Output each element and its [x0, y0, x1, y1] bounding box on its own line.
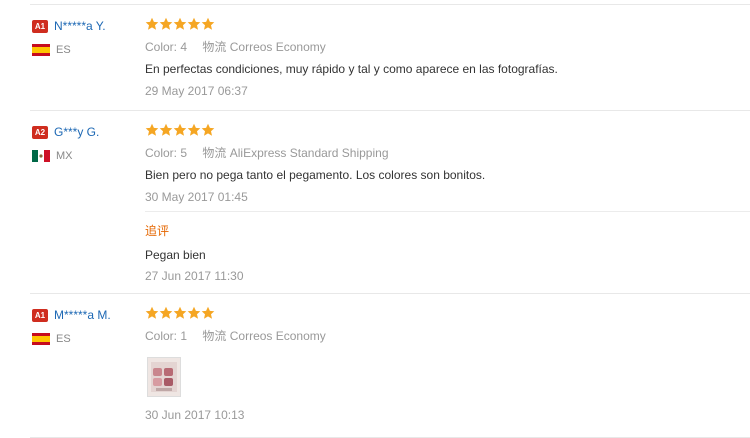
logistics-method: AliExpress Standard Shipping	[229, 146, 389, 160]
star-icon	[187, 17, 201, 30]
star-rating	[145, 306, 750, 320]
logistics-label: 物流	[202, 329, 227, 343]
followup-date: 27 Jun 2017 11:30	[145, 269, 244, 283]
review-photo-thumbnail[interactable]	[147, 357, 181, 397]
star-icon	[159, 17, 173, 30]
star-icon	[173, 123, 187, 136]
followup-text: Pegan bien	[145, 248, 206, 262]
star-icon	[159, 306, 173, 319]
buyer-level-badge: A1	[32, 19, 48, 33]
star-icon	[145, 306, 159, 319]
reviewer-info: A2 G***y G. MX	[32, 123, 142, 165]
divider	[30, 293, 750, 294]
spain-flag-icon	[32, 44, 50, 56]
review-date: 30 May 2017 01:45	[145, 190, 248, 204]
review-text: En perfectas condiciones, muy rápido y t…	[145, 62, 558, 76]
reviewer-name[interactable]: G***y G.	[54, 125, 99, 139]
buyer-level-badge: A1	[32, 308, 48, 322]
divider	[30, 4, 750, 5]
star-icon	[187, 123, 201, 136]
reviewer-country: MX	[56, 150, 73, 162]
color-option: Color: 1	[145, 329, 188, 343]
followup-label: 追评	[145, 224, 170, 238]
spain-flag-icon	[32, 333, 50, 345]
divider	[30, 110, 750, 111]
star-rating	[145, 17, 750, 31]
buyer-level-badge: A2	[32, 125, 48, 139]
reviewer-country: ES	[56, 44, 71, 56]
photo-image	[148, 358, 180, 396]
star-icon	[201, 123, 215, 136]
star-icon	[187, 306, 201, 319]
logistics-method: Correos Economy	[229, 329, 326, 343]
review-text: Bien pero no pega tanto el pegamento. Lo…	[145, 168, 486, 182]
reviewer-country: ES	[56, 333, 71, 345]
followup-divider	[145, 211, 750, 212]
color-option: Color: 5	[145, 146, 188, 160]
order-info: Color: 1 物流 Correos Economy	[145, 327, 750, 343]
review-date: 29 May 2017 06:37	[145, 84, 248, 98]
star-rating	[145, 123, 750, 137]
logistics-label: 物流	[202, 40, 227, 54]
reviewer-name[interactable]: N*****a Y.	[54, 19, 106, 33]
order-info: Color: 4 物流 Correos Economy	[145, 38, 750, 54]
reviewer-info: A1 M*****a M. ES	[32, 306, 142, 348]
star-icon	[201, 17, 215, 30]
star-icon	[201, 306, 215, 319]
star-icon	[173, 17, 187, 30]
logistics-method: Correos Economy	[229, 40, 326, 54]
review-date: 30 Jun 2017 10:13	[145, 408, 245, 422]
star-icon	[145, 17, 159, 30]
star-icon	[145, 123, 159, 136]
order-info: Color: 5 物流 AliExpress Standard Shipping	[145, 144, 750, 160]
reviewer-info: A1 N*****a Y. ES	[32, 17, 142, 59]
logistics-label: 物流	[202, 146, 227, 160]
reviewer-name[interactable]: M*****a M.	[54, 308, 111, 322]
color-option: Color: 4	[145, 40, 188, 54]
mexico-flag-icon	[32, 150, 50, 162]
star-icon	[173, 306, 187, 319]
star-icon	[159, 123, 173, 136]
